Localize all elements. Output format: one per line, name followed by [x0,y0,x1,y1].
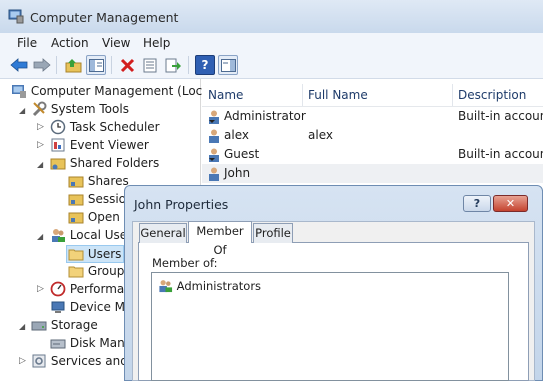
tree-item-storage[interactable]: Storage [31,316,98,334]
tree-label: Open [87,210,120,224]
member-name: Administrators [176,279,262,293]
shared-folder-icon [68,212,84,224]
column-header-description[interactable]: Description [458,84,526,106]
column-divider[interactable] [302,84,303,106]
table-row[interactable]: Administrator Built-in account [206,107,543,126]
tree-item-shares[interactable]: Shares [68,172,129,190]
cell-full-name: alex [308,128,333,142]
table-row[interactable]: alex alex [206,126,543,145]
column-divider[interactable] [452,84,453,106]
tree-label: Task Scheduler [69,120,160,134]
show-hide-action-pane-icon[interactable] [218,55,238,75]
clock-icon [50,119,66,135]
up-folder-icon[interactable] [63,55,83,75]
services-icon [32,354,46,368]
tree-label: Shared Folders [69,156,160,170]
menu-action[interactable]: Action [51,33,89,53]
tab-general[interactable]: General [139,223,187,243]
forward-icon[interactable] [32,55,52,75]
cell-name: John [224,166,251,180]
tree-item-task-scheduler[interactable]: Task Scheduler [50,118,160,136]
shared-folder-icon [50,158,66,170]
member-of-label: Member of: [152,256,218,270]
user-icon [209,167,219,181]
tree-item-event-viewer[interactable]: Event Viewer [50,136,149,154]
computer-management-icon [12,85,26,98]
tree-label: Performan [69,282,132,296]
cell-description: Built-in account [458,109,543,123]
tree-item-system-tools[interactable]: System Tools [31,100,129,118]
tree-item-computer-management[interactable]: Computer Management (Local [11,82,213,100]
expanded-triangle-icon[interactable]: ◢ [37,160,43,169]
device-manager-icon [51,301,65,313]
cell-name: Guest [224,147,260,161]
user-down-icon [209,148,219,162]
dialog-close-button[interactable]: ✕ [493,195,528,212]
tree-label: System Tools [50,102,129,116]
cell-name: alex [224,128,249,142]
tree-label: Device Ma [69,300,133,314]
storage-icon [31,321,47,331]
column-header-name[interactable]: Name [208,84,243,106]
shared-folder-icon [68,176,84,188]
tree-label: Local User [69,228,133,242]
tab-member-of[interactable]: Member Of [188,221,252,257]
cell-name: Administrator [224,109,306,123]
list-item[interactable]: Administrators [158,278,261,293]
expanded-triangle-icon[interactable]: ◢ [37,232,43,241]
user-icon [209,129,219,143]
column-header-full-name[interactable]: Full Name [308,84,368,106]
folder-icon [68,249,84,261]
export-icon[interactable] [163,55,183,75]
group-icon [159,280,173,293]
expanded-triangle-icon[interactable]: ◢ [19,106,25,115]
help-icon[interactable]: ? [195,55,215,75]
back-icon[interactable] [9,55,29,75]
user-down-icon [209,110,219,124]
delete-icon[interactable] [117,55,137,75]
tree-label: Sessio [87,192,127,206]
tab-profile[interactable]: Profile [253,223,293,243]
tree-label: Users [87,247,122,261]
tree-label: Disk Mana [69,336,133,350]
table-row[interactable]: Guest Built-in account [206,145,543,164]
tree-item-local-users[interactable]: Local User [50,226,132,244]
users-icon [52,229,65,242]
show-hide-tree-icon[interactable] [86,55,106,75]
tree-label: Computer Management (Local [30,84,213,98]
dialog-title: John Properties [134,197,229,212]
collapsed-triangle-icon[interactable]: ▷ [37,140,44,150]
table-row[interactable]: John [202,164,543,183]
collapsed-triangle-icon[interactable]: ▷ [37,284,44,294]
tree-item-device-manager[interactable]: Device Ma [50,298,132,316]
shared-folder-icon [68,194,84,206]
expanded-triangle-icon[interactable]: ◢ [19,322,25,331]
event-viewer-icon [51,138,65,152]
menu-help[interactable]: Help [143,33,170,53]
menu-file[interactable]: File [17,33,37,53]
tree-label: Event Viewer [69,138,149,152]
tree-item-disk-management[interactable]: Disk Mana [50,334,132,352]
tree-label: Storage [50,318,98,332]
performance-icon [50,281,66,297]
properties-icon[interactable] [140,55,160,75]
collapsed-triangle-icon[interactable]: ▷ [19,356,26,366]
collapsed-triangle-icon[interactable]: ▷ [37,122,44,132]
menu-view[interactable]: View [102,33,130,53]
window-title: Computer Management [30,10,179,25]
tree-item-groups[interactable]: Group [68,262,124,280]
tree-item-sessions[interactable]: Sessio [68,190,126,208]
tree-label: Group [87,264,125,278]
cell-description: Built-in account [458,147,543,161]
disk-icon [50,339,66,349]
tree-label: Shares [87,174,129,188]
tree-item-shared-folders[interactable]: Shared Folders [50,154,159,172]
tree-item-open-files[interactable]: Open [68,208,120,226]
tree-item-users[interactable]: Users [68,245,121,263]
tools-icon [32,101,47,117]
dialog-help-button[interactable]: ? [463,195,491,212]
tree-item-performance[interactable]: Performan [50,280,132,298]
computer-management-icon [8,9,24,24]
folder-icon [68,266,84,278]
